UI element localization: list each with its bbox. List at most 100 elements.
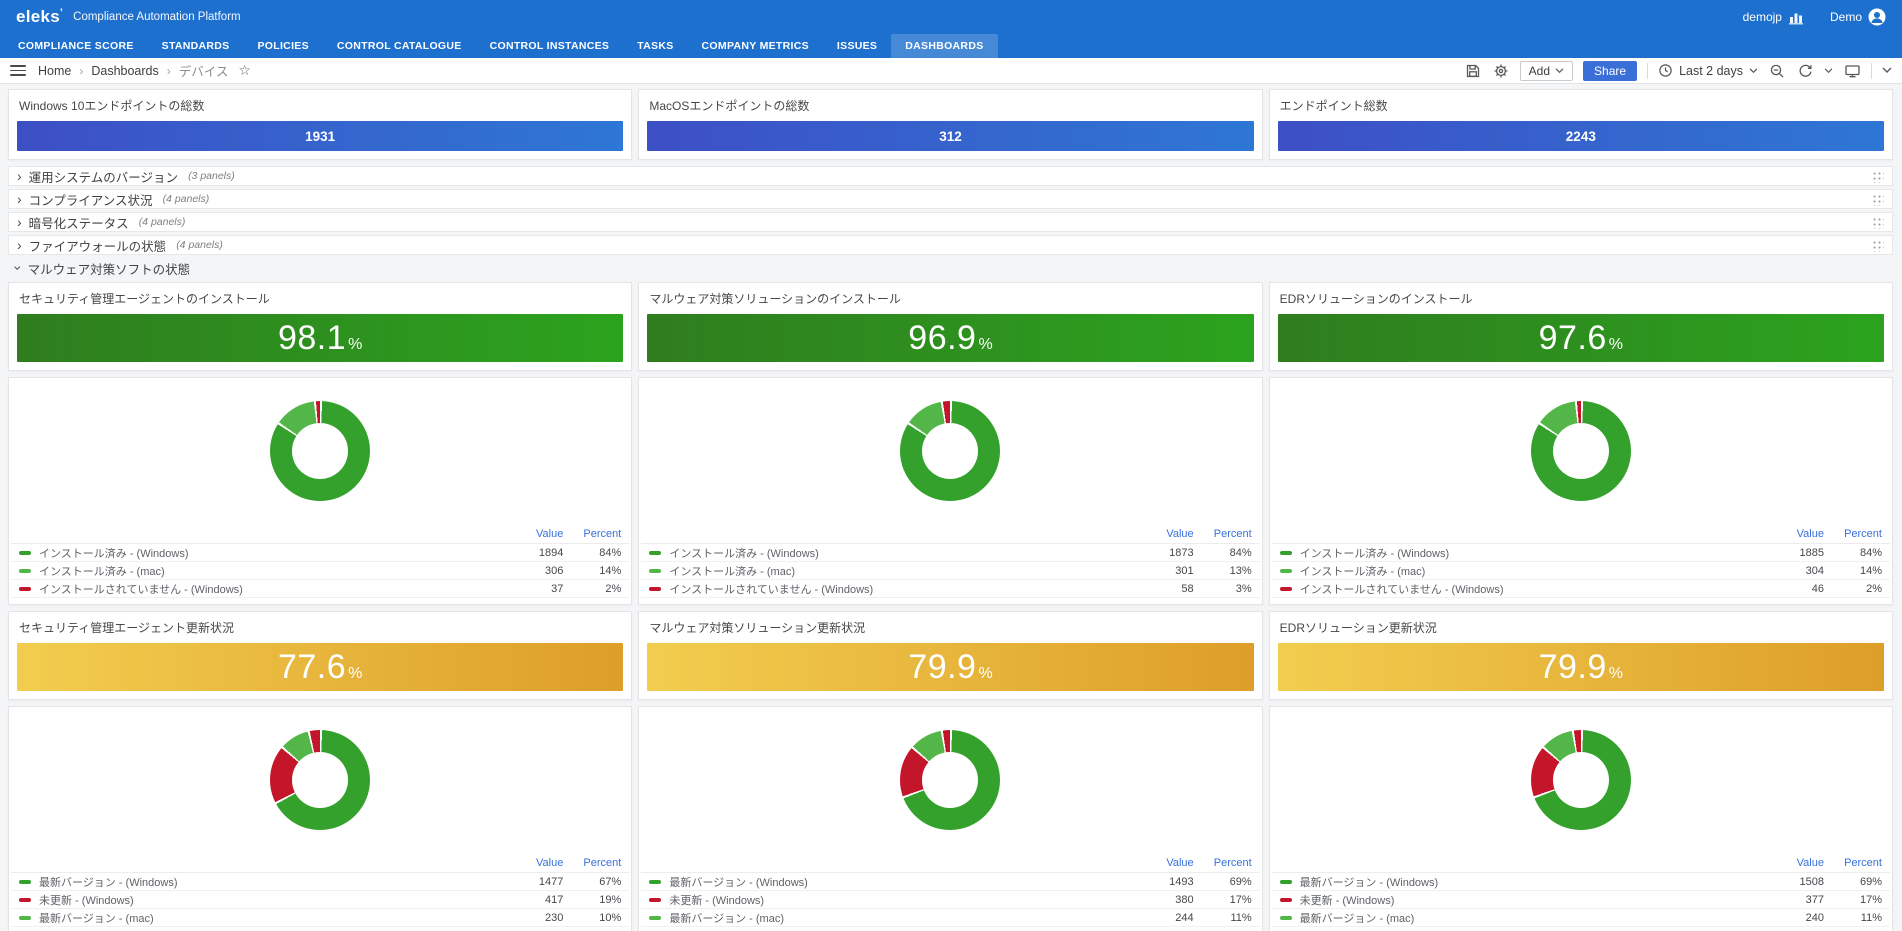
legend-row: インストール済み - (mac) 304 14%	[1272, 562, 1890, 580]
user-name: Demo	[1830, 10, 1862, 24]
panel-title[interactable]: EDRソリューションのインストール	[1270, 283, 1892, 312]
legend-header-percent[interactable]: Percent	[563, 528, 621, 540]
legend-row: 最新バージョン - (mac) 244 11%	[641, 909, 1259, 927]
zoom-out-time-icon[interactable]	[1768, 62, 1786, 80]
series-swatch[interactable]	[649, 898, 661, 902]
series-swatch[interactable]	[19, 569, 31, 573]
row-antimalware-status[interactable]: › マルウェア対策ソフトの状態	[8, 258, 1893, 278]
nav-compliance-score[interactable]: COMPLIANCE SCORE	[4, 34, 148, 58]
legend-header-percent[interactable]: Percent	[563, 857, 621, 869]
nav-issues[interactable]: ISSUES	[823, 34, 891, 58]
row-encryption-status[interactable]: › 暗号化ステータス (4 panels)	[8, 212, 1893, 232]
legend-row: インストール済み - (Windows) 1885 84%	[1272, 544, 1890, 562]
tv-kiosk-icon[interactable]	[1843, 62, 1861, 80]
panel-title[interactable]: セキュリティ管理エージェント更新状況	[9, 612, 631, 641]
panel-title[interactable]: エンドポイント総数	[1270, 90, 1892, 119]
nav-tasks[interactable]: TASKS	[623, 34, 687, 58]
legend-header-value[interactable]: Value	[493, 528, 563, 540]
series-swatch[interactable]	[649, 551, 661, 555]
panel-title[interactable]: EDRソリューション更新状況	[1270, 612, 1892, 641]
app-title: Compliance Automation Platform	[73, 11, 240, 23]
donut-chart[interactable]	[270, 730, 370, 830]
panel-title[interactable]: セキュリティ管理エージェントのインストール	[9, 283, 631, 312]
legend-header-percent[interactable]: Percent	[1824, 528, 1882, 540]
breadcrumb-page-title: デバイス	[179, 61, 229, 80]
gauge-panel-security-agent-install: セキュリティ管理エージェントのインストール 98.1%	[8, 282, 632, 371]
refresh-icon[interactable]	[1796, 62, 1814, 80]
row-firewall-status[interactable]: › ファイアウォールの状態 (4 panels)	[8, 235, 1893, 255]
donut-chart[interactable]	[270, 401, 370, 501]
time-range-picker[interactable]: Last 2 days	[1658, 63, 1758, 78]
panel-title[interactable]: マルウェア対策ソリューション更新状況	[639, 612, 1261, 641]
donut-chart[interactable]	[1531, 730, 1631, 830]
nav-dashboards[interactable]: DASHBOARDS	[891, 34, 997, 58]
donut-chart[interactable]	[900, 401, 1000, 501]
series-swatch[interactable]	[19, 880, 31, 884]
main-nav: COMPLIANCE SCORE STANDARDS POLICIES CONT…	[0, 34, 1902, 58]
menu-toggle-icon[interactable]	[10, 65, 26, 76]
panel-title[interactable]: マルウェア対策ソリューションのインストール	[639, 283, 1261, 312]
series-swatch[interactable]	[649, 880, 661, 884]
series-swatch[interactable]	[1280, 569, 1292, 573]
donut-chart[interactable]	[900, 730, 1000, 830]
breadcrumb-dashboards[interactable]: Dashboards	[91, 64, 158, 78]
series-swatch[interactable]	[649, 569, 661, 573]
legend-header-percent[interactable]: Percent	[1824, 857, 1882, 869]
toolbar-divider	[1647, 63, 1648, 79]
share-button[interactable]: Share	[1583, 61, 1637, 81]
row-drag-handle[interactable]	[1871, 170, 1884, 183]
legend-row: 最新バージョン - (Windows) 1493 69%	[641, 873, 1259, 891]
favorite-star-icon[interactable]: ☆	[238, 62, 251, 79]
nav-company-metrics[interactable]: COMPANY METRICS	[688, 34, 823, 58]
row-drag-handle[interactable]	[1871, 193, 1884, 206]
pie-panel-antimalware-update: Value Percent 最新バージョン - (Windows) 1493 6…	[638, 706, 1262, 931]
app-logo[interactable]: eleks’	[16, 7, 63, 27]
legend-header-value[interactable]: Value	[1124, 857, 1194, 869]
refresh-interval-chevron-icon[interactable]	[1824, 68, 1833, 74]
user-menu[interactable]: Demo	[1830, 8, 1886, 26]
series-swatch[interactable]	[1280, 916, 1292, 920]
row-os-version[interactable]: › 運用システムのバージョン (3 panels)	[8, 166, 1893, 186]
legend-header-value[interactable]: Value	[493, 857, 563, 869]
legend-row: 未更新 - (Windows) 380 17%	[641, 891, 1259, 909]
series-swatch[interactable]	[649, 587, 661, 591]
org-switcher[interactable]: demojp	[1743, 10, 1804, 25]
nav-standards[interactable]: STANDARDS	[148, 34, 244, 58]
nav-policies[interactable]: POLICIES	[243, 34, 322, 58]
stat-panel-total: エンドポイント総数 2243	[1269, 89, 1893, 160]
dashboard-toolbar: Home › Dashboards › デバイス ☆ Add Share Las…	[0, 58, 1902, 84]
legend-header-percent[interactable]: Percent	[1194, 528, 1252, 540]
legend-header-value[interactable]: Value	[1754, 528, 1824, 540]
legend-header-value[interactable]: Value	[1124, 528, 1194, 540]
series-swatch[interactable]	[1280, 587, 1292, 591]
panel-title[interactable]: MacOSエンドポイントの総数	[639, 90, 1261, 119]
legend-header-value[interactable]: Value	[1754, 857, 1824, 869]
series-swatch[interactable]	[19, 898, 31, 902]
add-panel-button[interactable]: Add	[1520, 61, 1573, 81]
row-drag-handle[interactable]	[1871, 239, 1884, 252]
legend-row: インストールされていません - (Windows) 46 2%	[1272, 580, 1890, 598]
breadcrumb-home[interactable]: Home	[38, 64, 71, 78]
series-swatch[interactable]	[649, 916, 661, 920]
legend-row: 未更新 - (Windows) 377 17%	[1272, 891, 1890, 909]
collapse-toolbar-chevron-icon[interactable]	[1882, 67, 1892, 74]
stat-panel-macos: MacOSエンドポイントの総数 312	[638, 89, 1262, 160]
series-swatch[interactable]	[1280, 898, 1292, 902]
row-compliance-status[interactable]: › コンプライアンス状況 (4 panels)	[8, 189, 1893, 209]
row-drag-handle[interactable]	[1871, 216, 1884, 229]
series-swatch[interactable]	[19, 551, 31, 555]
legend-header-percent[interactable]: Percent	[1194, 857, 1252, 869]
save-dashboard-icon[interactable]	[1464, 62, 1482, 80]
donut-chart[interactable]	[1531, 401, 1631, 501]
toolbar-divider	[1871, 63, 1872, 79]
series-swatch[interactable]	[1280, 551, 1292, 555]
nav-control-instances[interactable]: CONTROL INSTANCES	[476, 34, 624, 58]
dashboard-settings-gear-icon[interactable]	[1492, 62, 1510, 80]
pie-legend: Value Percent インストール済み - (Windows) 1885 …	[1270, 524, 1892, 604]
nav-control-catalogue[interactable]: CONTROL CATALOGUE	[323, 34, 476, 58]
pie-legend: Value Percent 最新バージョン - (Windows) 1508 6…	[1270, 853, 1892, 931]
panel-title[interactable]: Windows 10エンドポイントの総数	[9, 90, 631, 119]
series-swatch[interactable]	[19, 916, 31, 920]
series-swatch[interactable]	[19, 587, 31, 591]
series-swatch[interactable]	[1280, 880, 1292, 884]
